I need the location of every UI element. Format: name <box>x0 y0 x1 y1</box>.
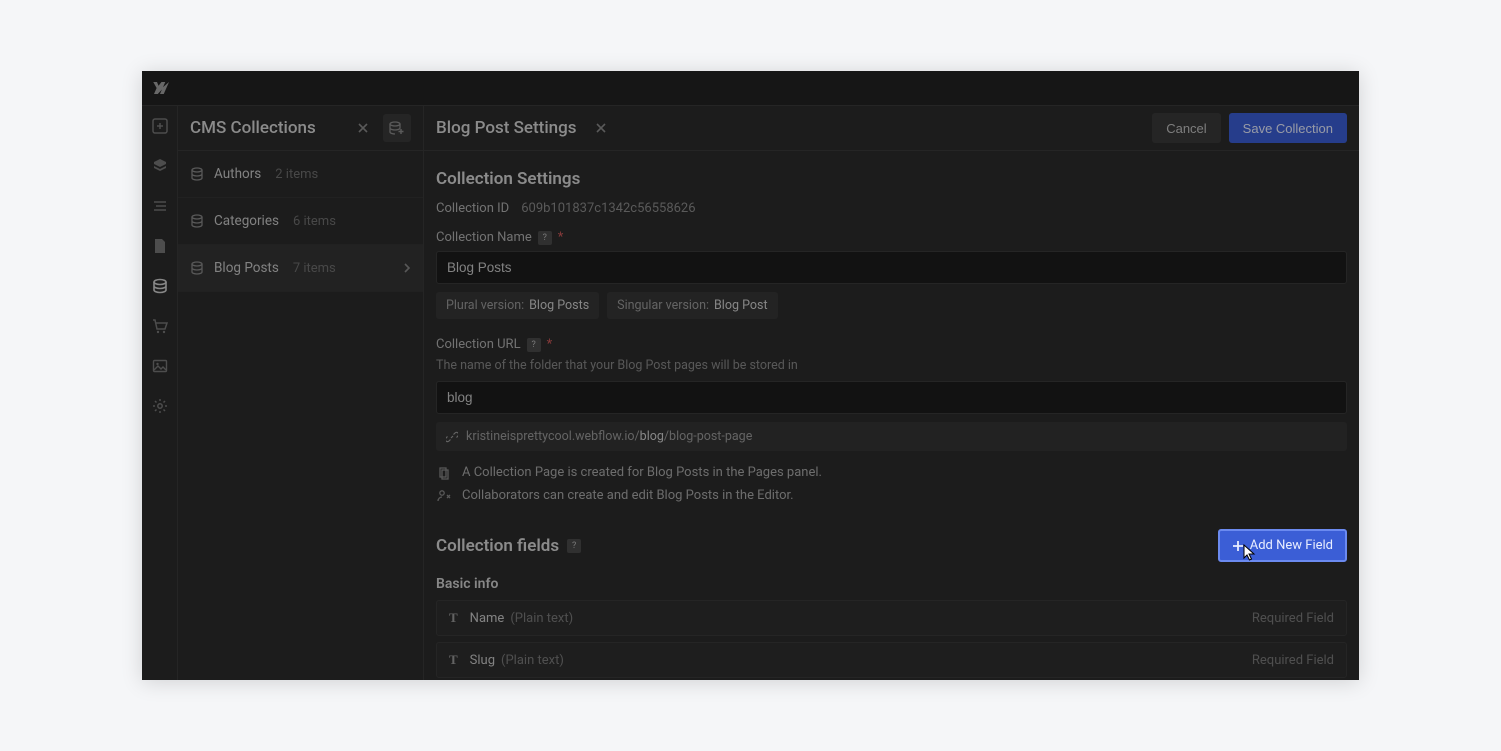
assets-icon[interactable] <box>142 346 178 386</box>
field-row-name[interactable]: T Name (Plain text) Required Field <box>436 600 1347 636</box>
url-preview-suffix: /blog-post-page <box>664 429 752 444</box>
topbar <box>142 71 1359 106</box>
main-row: CMS Collections Authors 2 items <box>142 106 1359 680</box>
new-collection-icon[interactable] <box>383 114 411 142</box>
ecommerce-icon[interactable] <box>142 306 178 346</box>
version-row: Plural version: Blog Posts Singular vers… <box>436 292 1347 319</box>
save-collection-button[interactable]: Save Collection <box>1229 113 1347 143</box>
collection-id-row: Collection ID 609b101837c1342c56558626 <box>436 201 1347 216</box>
info-collab-text: Collaborators can create and edit Blog P… <box>462 488 794 503</box>
info-page-line: A Collection Page is created for Blog Po… <box>436 465 1347 480</box>
collections-panel: CMS Collections Authors 2 items <box>178 106 424 680</box>
collection-item-blog-posts[interactable]: Blog Posts 7 items <box>178 245 423 292</box>
settings-body: Collection Settings Collection ID 609b10… <box>424 151 1359 680</box>
cancel-button[interactable]: Cancel <box>1152 113 1220 143</box>
settings-panel: Blog Post Settings Cancel Save Collectio… <box>424 106 1359 680</box>
plural-version-value: Blog Posts <box>529 298 589 313</box>
app-frame: CMS Collections Authors 2 items <box>142 71 1359 680</box>
required-star: * <box>558 230 564 245</box>
navigator-icon[interactable] <box>142 146 178 186</box>
url-preview-prefix: kristineisprettycool.webflow.io/ <box>466 429 640 444</box>
collection-name-label-row: Collection Name ? * <box>436 230 1347 245</box>
add-element-icon[interactable] <box>142 106 178 146</box>
text-type-icon: T <box>449 610 458 626</box>
field-row-slug[interactable]: T Slug (Plain text) Required Field <box>436 642 1347 678</box>
info-page-text: A Collection Page is created for Blog Po… <box>462 465 822 480</box>
collection-url-desc: The name of the folder that your Blog Po… <box>436 358 1347 373</box>
collection-name-input[interactable] <box>436 251 1347 284</box>
field-name: Slug <box>470 653 495 668</box>
collection-url-label-row: Collection URL ? * <box>436 337 1347 352</box>
collection-item-categories[interactable]: Categories 6 items <box>178 198 423 245</box>
database-icon <box>190 261 204 275</box>
info-collab-line: Collaborators can create and edit Blog P… <box>436 488 1347 503</box>
collection-id-label: Collection ID <box>436 201 509 216</box>
collaborator-icon <box>436 489 452 503</box>
collection-item-count: 7 items <box>293 261 336 276</box>
close-icon[interactable] <box>349 114 377 142</box>
collection-name-label: Collection Name <box>436 230 532 245</box>
plus-icon <box>1232 540 1244 552</box>
singular-version-value: Blog Post <box>714 298 768 313</box>
collection-item-label: Blog Posts <box>214 260 279 276</box>
page-copy-icon <box>436 466 452 480</box>
field-type: (Plain text) <box>510 611 573 626</box>
fields-header: Collection fields ? Add New Field <box>436 529 1347 562</box>
section-heading-collection-settings: Collection Settings <box>436 169 1347 189</box>
collection-item-count: 2 items <box>275 167 318 182</box>
field-name: Name <box>470 611 505 626</box>
field-required-badge: Required Field <box>1252 611 1334 626</box>
field-type: (Plain text) <box>501 653 564 668</box>
close-icon[interactable] <box>587 114 615 142</box>
settings-title: Blog Post Settings <box>436 118 577 138</box>
basic-info-heading: Basic info <box>436 576 1347 592</box>
collections-panel-title: CMS Collections <box>190 118 349 138</box>
help-icon[interactable]: ? <box>538 231 552 245</box>
collection-item-label: Categories <box>214 213 279 229</box>
url-preview-mid: blog <box>640 429 664 444</box>
section-heading-collection-fields: Collection fields <box>436 536 559 556</box>
tool-rail <box>142 106 178 680</box>
help-icon[interactable]: ? <box>567 539 581 553</box>
database-icon <box>190 214 204 228</box>
singular-version-chip: Singular version: Blog Post <box>607 292 777 319</box>
pages-icon[interactable] <box>142 226 178 266</box>
style-icon[interactable] <box>142 186 178 226</box>
cms-icon[interactable] <box>142 266 178 306</box>
collection-item-count: 6 items <box>293 214 336 229</box>
webflow-logo-icon[interactable] <box>142 71 178 106</box>
collections-panel-header: CMS Collections <box>178 106 423 151</box>
add-new-field-label: Add New Field <box>1250 538 1333 553</box>
field-required-badge: Required Field <box>1252 653 1334 668</box>
settings-icon[interactable] <box>142 386 178 426</box>
collection-url-label: Collection URL <box>436 337 521 352</box>
collection-item-authors[interactable]: Authors 2 items <box>178 151 423 198</box>
text-type-icon: T <box>449 652 458 668</box>
help-icon[interactable]: ? <box>527 338 541 352</box>
url-preview: kristineisprettycool.webflow.io/blog/blo… <box>436 422 1347 451</box>
plural-version-label: Plural version: <box>446 298 524 313</box>
required-star: * <box>547 337 553 352</box>
collection-url-input[interactable] <box>436 381 1347 414</box>
collection-item-label: Authors <box>214 166 261 182</box>
singular-version-label: Singular version: <box>617 298 709 313</box>
plural-version-chip: Plural version: Blog Posts <box>436 292 599 319</box>
add-new-field-button[interactable]: Add New Field <box>1218 529 1347 562</box>
database-icon <box>190 167 204 181</box>
settings-header: Blog Post Settings Cancel Save Collectio… <box>424 106 1359 151</box>
chevron-right-icon <box>403 262 411 274</box>
link-icon <box>446 431 458 443</box>
collection-id-value: 609b101837c1342c56558626 <box>521 201 695 216</box>
